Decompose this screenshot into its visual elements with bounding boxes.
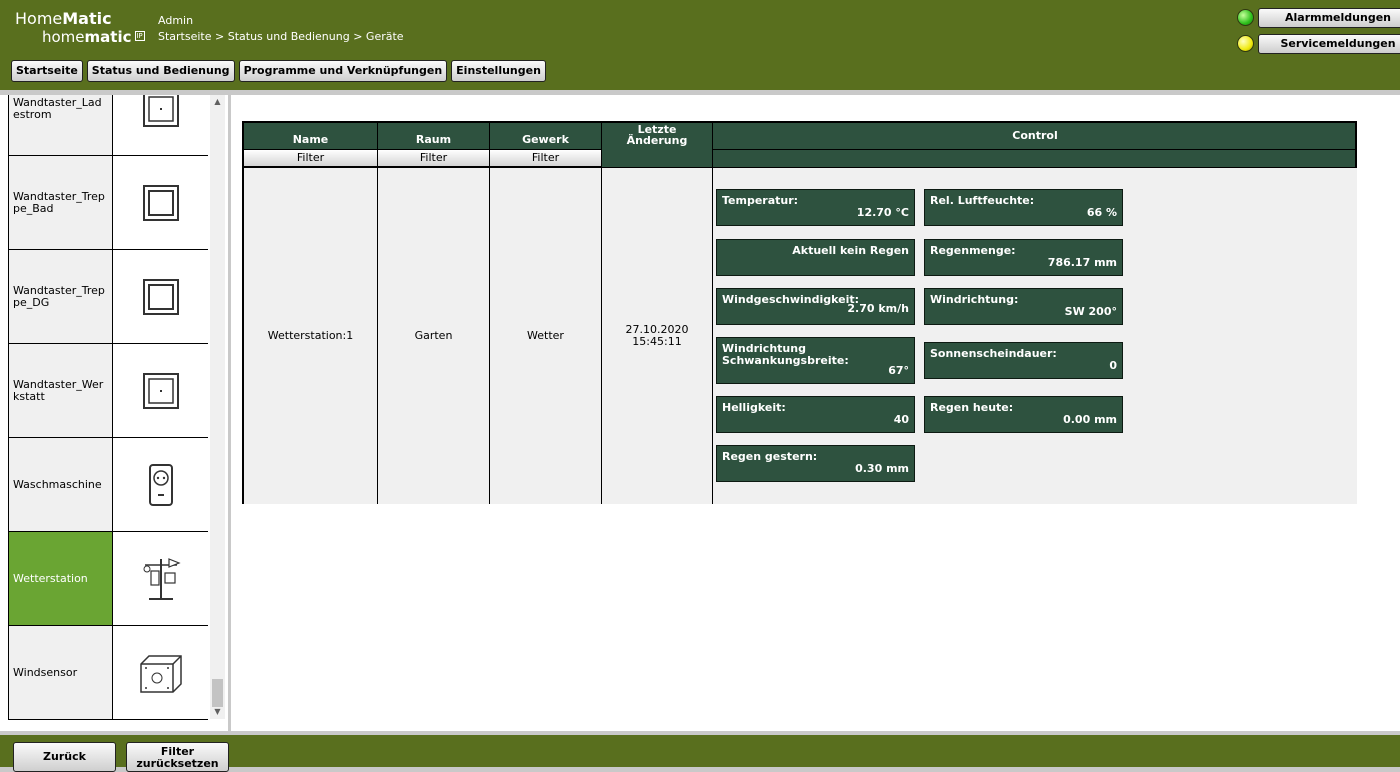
device-table: Name Raum Gewerk Letzte Änderung Control… [242, 121, 1357, 504]
device-list: Wandtaster_Ladestrom Wandtaster_Treppe_B… [8, 95, 208, 720]
device-item-label: Waschmaschine [9, 438, 113, 531]
weather-station-icon [114, 532, 208, 625]
wall-switch-icon [114, 344, 208, 437]
breadcrumb: Startseite > Status und Bedienung > Gerä… [158, 30, 404, 43]
cell-controls: Temperatur: 12.70 °C Rel. Luftfeuchte: 6… [713, 167, 1357, 504]
cell-last-change: 27.10.2020 15:45:11 [602, 167, 713, 504]
control-value: 66 % [1086, 206, 1117, 219]
device-item-label: Wandtaster_Treppe_Bad [9, 156, 113, 249]
cell-device-name[interactable]: Wetterstation:1 [244, 167, 378, 504]
control-label: Helligkeit: [722, 401, 786, 414]
cell-trade: Wetter [490, 167, 602, 504]
alarm-status-led-icon [1237, 9, 1254, 26]
control-label: Regenmenge: [930, 244, 1016, 257]
control-value: SW 200° [1064, 305, 1117, 318]
control-label: Regen heute: [930, 401, 1014, 414]
alarm-messages-button[interactable]: Alarmmeldungen [1258, 8, 1400, 28]
logo-text-2: home [42, 28, 85, 46]
column-header-trade: Gewerk [490, 123, 602, 149]
control-rain-status: Aktuell kein Regen [716, 239, 915, 276]
filter-name-button[interactable]: Filter [244, 149, 378, 167]
control-rain-today: Regen heute: 0.00 mm [924, 396, 1123, 433]
reset-filter-button[interactable]: Filter zurücksetzen [126, 742, 229, 772]
logo-text: Home [15, 9, 63, 28]
control-label: Rel. Luftfeuchte: [930, 194, 1035, 207]
nav-status-button[interactable]: Status und Bedienung [86, 60, 235, 82]
nav-programs-button[interactable]: Programme und Verknüpfungen [238, 60, 448, 82]
control-wind-direction: Windrichtung: SW 200° [924, 288, 1123, 325]
device-item-label: Wandtaster_Werkstatt [9, 344, 113, 437]
control-label: Temperatur: [722, 194, 799, 207]
service-messages-button[interactable]: Servicemeldungen [1258, 34, 1400, 54]
device-item-label: Wetterstation [9, 532, 113, 625]
logo-text-2-bold: matic [84, 28, 132, 46]
cell-room: Garten [378, 167, 490, 504]
scroll-up-arrow-icon[interactable]: ▲ [212, 97, 223, 109]
control-value: 786.17 mm [1047, 256, 1117, 269]
wall-switch-icon [114, 95, 208, 155]
control-label: Sonnenscheindauer: [930, 347, 1057, 360]
logo-ip-box: IP [134, 31, 145, 41]
device-sidebar: Wandtaster_Ladestrom Wandtaster_Treppe_B… [0, 95, 228, 731]
user-name: Admin [158, 14, 194, 27]
control-humidity: Rel. Luftfeuchte: 66 % [924, 189, 1123, 226]
control-temperature: Temperatur: 12.70 °C [716, 189, 915, 226]
control-value: 12.70 °C [856, 206, 909, 219]
device-item[interactable]: Wandtaster_Ladestrom [8, 95, 208, 156]
control-wind-speed: Windgeschwindigkeit: 2.70 km/h [716, 288, 915, 325]
device-item-label: Windsensor [9, 626, 113, 719]
alarm-row: Alarmmeldungen [1237, 8, 1400, 28]
column-header-name: Name [244, 123, 378, 149]
homematic-logo: HomeMatic homematic IP [15, 10, 145, 46]
control-value: 40 [893, 413, 909, 426]
column-header-room: Raum [378, 123, 490, 149]
control-wind-direction-range: Windrichtung Schwankungsbreite: 67° [716, 337, 915, 384]
nav-startseite-button[interactable]: Startseite [11, 60, 83, 82]
header-bar: HomeMatic homematic IP Admin Startseite >… [0, 0, 1400, 90]
device-item-selected[interactable]: Wetterstation [8, 532, 208, 626]
device-item[interactable]: Windsensor [8, 626, 208, 720]
control-value: 0.30 mm [855, 462, 909, 475]
logo-text-bold: Matic [62, 9, 112, 28]
control-brightness: Helligkeit: 40 [716, 396, 915, 433]
main-content: Name Raum Gewerk Letzte Änderung Control… [231, 95, 1400, 731]
device-item[interactable]: Wandtaster_Treppe_DG [8, 250, 208, 344]
device-item-label: Wandtaster_Ladestrom [9, 95, 113, 155]
control-label: Windrichtung: [930, 293, 1019, 306]
device-item[interactable]: Wandtaster_Treppe_Bad [8, 156, 208, 250]
filter-trade-button[interactable]: Filter [490, 149, 602, 167]
control-value: 2.70 km/h [847, 302, 909, 315]
control-sunshine-duration: Sonnenscheindauer: 0 [924, 342, 1123, 379]
service-row: Servicemeldungen [1237, 34, 1400, 54]
last-change-time: 15:45:11 [632, 335, 682, 348]
sidebar-scrollbar[interactable]: ▲ ▼ [210, 95, 225, 719]
control-value: Aktuell kein Regen [792, 244, 909, 257]
control-label: Windrichtung Schwankungsbreite: [722, 342, 849, 367]
control-rain-amount: Regenmenge: 786.17 mm [924, 239, 1123, 276]
scroll-down-arrow-icon[interactable]: ▼ [212, 707, 223, 719]
box-sensor-icon [114, 626, 208, 719]
wall-switch-icon [114, 250, 208, 343]
device-item[interactable]: Wandtaster_Werkstatt [8, 344, 208, 438]
service-status-led-icon [1237, 35, 1254, 52]
device-item-label: Wandtaster_Treppe_DG [9, 250, 113, 343]
device-item[interactable]: Waschmaschine [8, 438, 208, 532]
control-value: 0.00 mm [1063, 413, 1117, 426]
column-header-last-change: Letzte Änderung [602, 123, 713, 167]
footer-bar: Zurück Filter zurücksetzen [0, 735, 1400, 772]
column-header-control: Control [1012, 129, 1058, 142]
control-label: Windgeschwindigkeit: [722, 293, 860, 306]
wall-switch-icon [114, 156, 208, 249]
control-value: 67° [888, 364, 909, 377]
filter-room-button[interactable]: Filter [378, 149, 490, 167]
control-rain-yesterday: Regen gestern: 0.30 mm [716, 445, 915, 482]
plug-icon [114, 438, 208, 531]
control-header-spacer [713, 149, 1357, 167]
control-label: Regen gestern: [722, 450, 818, 463]
control-value: 0 [1109, 359, 1117, 372]
main-navigation: Startseite Status und Bedienung Programm… [11, 60, 546, 82]
nav-settings-button[interactable]: Einstellungen [451, 60, 546, 82]
back-button[interactable]: Zurück [13, 742, 116, 772]
scrollbar-thumb[interactable] [212, 679, 223, 707]
